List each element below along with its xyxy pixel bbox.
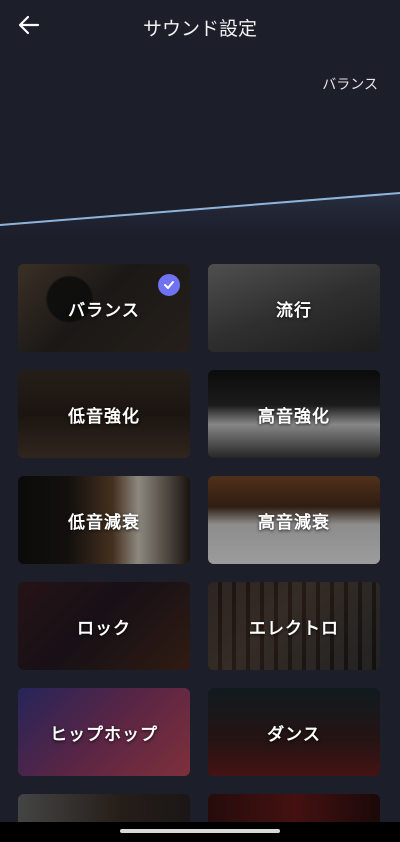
- preset-label: 高音強化: [258, 406, 330, 427]
- preset-label: 低音減衰: [68, 512, 140, 533]
- preset-card-treble-boost[interactable]: 高音強化: [208, 370, 380, 458]
- preset-card-bass-boost[interactable]: 低音強化: [18, 370, 190, 458]
- preset-label: ロック: [77, 618, 131, 639]
- preset-card-treble-cut[interactable]: 高音減衰: [208, 476, 380, 564]
- preset-card-dance[interactable]: ダンス: [208, 688, 380, 776]
- eq-curve: [0, 192, 400, 250]
- preset-label: バランス: [68, 300, 140, 321]
- preset-card-bass-cut[interactable]: 低音減衰: [18, 476, 190, 564]
- current-preset-label: バランス: [322, 77, 378, 93]
- preset-card-hiphop[interactable]: ヒップホップ: [18, 688, 190, 776]
- home-indicator[interactable]: [120, 829, 280, 833]
- check-icon: [158, 274, 180, 296]
- preset-label: ヒップホップ: [50, 724, 158, 745]
- preset-card-electro[interactable]: エレクトロ: [208, 582, 380, 670]
- header: サウンド設定: [0, 0, 400, 52]
- preset-card-balance[interactable]: バランス: [18, 264, 190, 352]
- page-title: サウンド設定: [142, 18, 257, 40]
- preset-label: エレクトロ: [249, 618, 339, 639]
- preset-card-partial[interactable]: [18, 794, 190, 824]
- preset-card-partial[interactable]: [208, 794, 380, 824]
- preset-label: 高音減衰: [258, 512, 330, 533]
- preset-card-pop[interactable]: 流行: [208, 264, 380, 352]
- preset-card-rock[interactable]: ロック: [18, 582, 190, 670]
- preset-label: 低音強化: [68, 406, 140, 427]
- preset-label: ダンス: [267, 724, 321, 745]
- preset-label: 流行: [276, 300, 312, 321]
